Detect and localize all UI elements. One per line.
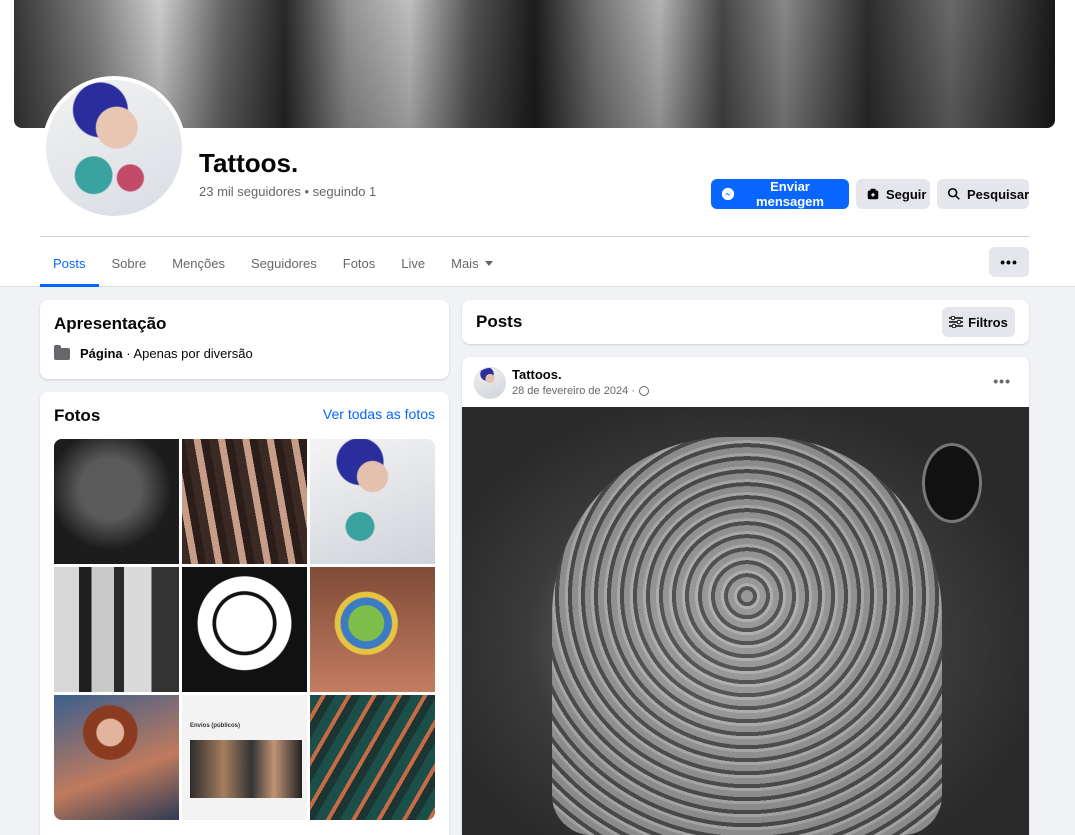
post-timestamp[interactable]: 28 de fevereiro de 2024 · <box>512 385 649 397</box>
follow-icon <box>867 188 879 200</box>
see-all-photos-link[interactable]: Ver todas as fotos <box>323 406 435 422</box>
send-message-label: Enviar mensagem <box>756 179 824 209</box>
chevron-down-icon <box>484 260 493 266</box>
intro-title: Apresentação <box>54 314 167 333</box>
hand-mirror <box>922 443 982 523</box>
tattooed-man-figure <box>552 437 942 835</box>
photo-thumbnail[interactable] <box>182 567 307 692</box>
post-image[interactable] <box>462 407 1029 835</box>
posts-title: Posts <box>476 312 523 331</box>
tab-photos[interactable]: Fotos <box>330 240 389 287</box>
more-options-button[interactable]: ••• <box>989 247 1029 277</box>
follow-button[interactable]: Seguir <box>856 179 930 209</box>
tab-more-label: Mais <box>451 256 479 271</box>
photo-thumbnail[interactable]: Envios (públicos) <box>182 695 307 820</box>
filters-label: Filtros <box>968 314 1008 330</box>
photo-thumbnail[interactable] <box>54 695 179 820</box>
follow-label: Seguir <box>886 186 927 202</box>
photo-thumbnail[interactable] <box>54 439 179 564</box>
photo-thumbnail[interactable] <box>310 439 435 564</box>
photo-thumbnail[interactable] <box>182 439 307 564</box>
messenger-icon <box>721 187 735 201</box>
search-icon <box>947 187 960 200</box>
post-author-name[interactable]: Tattoos. <box>512 367 562 382</box>
category-value: · Apenas por diversão <box>122 346 253 361</box>
photo-thumbnail[interactable] <box>310 567 435 692</box>
photo-thumbnail[interactable] <box>310 695 435 820</box>
video-still <box>190 740 302 798</box>
category-label: Página <box>80 346 123 361</box>
post-date-text: 28 de fevereiro de 2024 · <box>512 385 635 397</box>
tab-more[interactable]: Mais <box>438 240 505 287</box>
photo-grid: Envios (públicos) <box>54 439 435 820</box>
intro-category: Página · Apenas por diversão <box>54 344 253 361</box>
profile-tabs: Posts Sobre Menções Seguidores Fotos Liv… <box>40 240 506 287</box>
tab-posts[interactable]: Posts <box>40 240 99 287</box>
header-divider <box>40 236 1029 237</box>
globe-icon <box>638 386 649 396</box>
page-title: Tattoos. <box>199 148 299 178</box>
photos-card: Fotos Ver todas as fotos Envios (público… <box>40 392 449 835</box>
posts-header-card: Posts Filtros <box>462 300 1029 344</box>
folder-icon <box>54 344 70 360</box>
post-options-button[interactable]: ••• <box>993 373 1011 389</box>
filter-icon <box>949 316 964 328</box>
post-card: Tattoos. 28 de fevereiro de 2024 · ••• <box>462 357 1029 835</box>
tab-followers[interactable]: Seguidores <box>238 240 330 287</box>
tab-live[interactable]: Live <box>388 240 438 287</box>
tab-mentions[interactable]: Menções <box>159 240 238 287</box>
send-message-button[interactable]: Enviar mensagem <box>711 179 849 209</box>
tab-about[interactable]: Sobre <box>99 240 160 287</box>
profile-avatar[interactable] <box>42 76 186 220</box>
post-author-avatar[interactable] <box>474 367 506 399</box>
photo-thumbnail[interactable] <box>54 567 179 692</box>
search-button[interactable]: Pesquisar <box>937 179 1029 209</box>
intro-card: Apresentação Página · Apenas por diversã… <box>40 300 449 379</box>
search-label: Pesquisar <box>967 186 1030 202</box>
page-stats[interactable]: 23 mil seguidores • seguindo 1 <box>199 184 376 199</box>
photos-title: Fotos <box>54 406 101 425</box>
filters-button[interactable]: Filtros <box>942 307 1015 337</box>
thumbnail-caption: Envios (públicos) <box>190 723 241 729</box>
